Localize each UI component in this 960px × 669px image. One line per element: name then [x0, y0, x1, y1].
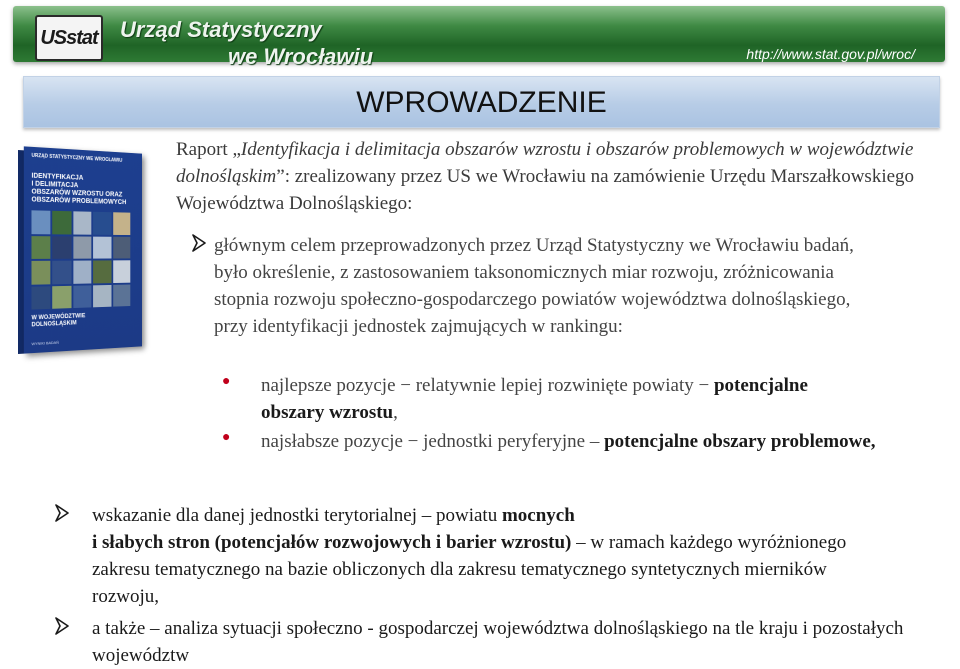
sub2-bold: potencjalne obszary problemowe, — [604, 431, 876, 452]
mosaic-tile — [73, 235, 92, 259]
arrow-bullet-icon — [55, 504, 69, 522]
mosaic-tile — [112, 260, 131, 283]
mosaic-tile — [31, 235, 51, 259]
header-banner: USstat Urząd Statystyczny we Wrocławiu h… — [13, 6, 945, 69]
mosaic-tile — [52, 210, 72, 235]
mosaic-tile — [52, 235, 72, 259]
mosaic-tile — [93, 211, 112, 235]
book-subtitle: WYNIKI BADAŃ — [31, 339, 59, 347]
bullet-dot-icon: ● — [222, 430, 231, 445]
mosaic-tile — [112, 212, 131, 235]
mosaic-tile — [93, 284, 112, 308]
us-logo[interactable]: USstat — [35, 15, 103, 61]
point2-bold1: mocnych — [501, 505, 575, 526]
book-header: URZĄD STATYSTYCZNY WE WROCŁAWIU — [31, 152, 123, 164]
book-footer: W WOJEWÓDZTWIE DOLNOŚLĄSKIM — [31, 313, 86, 329]
sub1-post: , — [393, 402, 398, 423]
mosaic-tile — [31, 285, 51, 310]
point2-text: wskazanie dla danej jednostki terytorial… — [92, 502, 892, 610]
sub1-pre: najlepsze pozycje − relatywnie lepiej ro… — [261, 375, 710, 396]
point3-text: a także – analiza sytuacji społeczno - g… — [92, 618, 904, 666]
sub-point-worst: najsłabsze pozycje − jednostki peryferyj… — [261, 428, 901, 455]
mosaic-tile — [73, 284, 92, 309]
sub-point-best: najlepsze pozycje − relatywnie lepiej ro… — [261, 372, 851, 426]
mosaic-tile — [52, 260, 72, 284]
arrow-bullet-icon — [55, 617, 69, 635]
bullet-dot-icon: ● — [222, 374, 231, 389]
banner-title-line2: we Wrocławiu — [228, 44, 374, 69]
book-face: URZĄD STATYSTYCZNY WE WROCŁAWIU IDENTYFI… — [23, 146, 143, 354]
arrow-bullet-icon — [192, 234, 206, 252]
mosaic-tile — [112, 284, 131, 307]
book-title: IDENTYFIKACJA I DELIMITACJA OBSZARÓW WZR… — [31, 172, 127, 207]
mosaic-tile — [93, 236, 112, 259]
point2-pre: wskazanie dla danej jednostki terytorial… — [92, 505, 498, 526]
book-photo-mosaic — [31, 210, 131, 310]
point1-text: głównym celem przeprowadzonych przez Urz… — [214, 235, 854, 337]
banner-url-link[interactable]: http://www.stat.gov.pl/wroc/ — [746, 46, 915, 62]
mosaic-tile — [52, 285, 72, 309]
mosaic-tile — [31, 260, 51, 285]
mosaic-tile — [31, 210, 51, 234]
title-bar: WPROWADZENIE — [23, 76, 940, 128]
intro-suffix: ”: zrealizowany przez US we Wrocławiu na… — [176, 166, 915, 214]
sub2-pre: najsłabsze pozycje − jednostki peryferyj… — [261, 431, 600, 452]
banner-title-line1: Urząd Statystyczny — [120, 17, 322, 42]
point2-bold2: i słabych stron (potencjałów rozwojowych… — [92, 532, 572, 553]
mosaic-tile — [73, 260, 92, 284]
intro-prefix: Raport „ — [176, 139, 241, 160]
mosaic-tile — [93, 260, 112, 283]
intro-paragraph: Raport „Identyfikacja i delimitacja obsz… — [176, 136, 951, 217]
mosaic-tile — [112, 236, 131, 259]
mosaic-tile — [73, 211, 92, 235]
page-title: WPROWADZENIE — [356, 86, 607, 119]
report-cover-image: URZĄD STATYSTYCZNY WE WROCŁAWIU IDENTYFI… — [18, 146, 144, 354]
